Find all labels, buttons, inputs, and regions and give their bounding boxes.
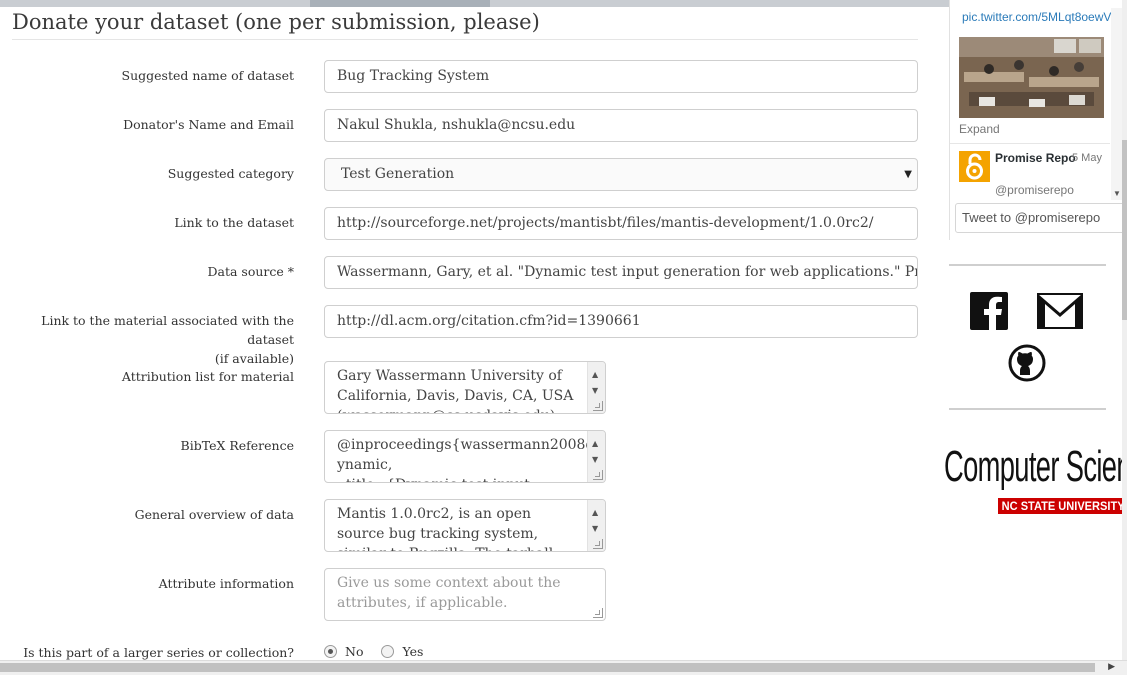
category-select-value: Test Generation [341, 166, 455, 182]
bibtex-textarea[interactable]: @inproceedings{wassermann2008d ynamic, t… [324, 430, 606, 483]
scroll-down-icon[interactable]: ▼ [592, 519, 598, 539]
overview-textarea[interactable]: Mantis 1.0.0rc2, is an open source bug t… [324, 499, 606, 552]
tweet-author-handle[interactable]: @promiserepo [995, 183, 1074, 197]
bibtex-text: @inproceedings{wassermann2008d ynamic, t… [337, 437, 595, 482]
dataset-link-input[interactable]: http://sourceforge.net/projects/mantisbt… [324, 207, 918, 240]
resize-grip-icon[interactable] [593, 539, 603, 549]
attribute-info-textarea[interactable]: Give us some context about the attribute… [324, 568, 606, 621]
bibtex-label: BibTeX Reference [180, 438, 294, 453]
radio-yes-label[interactable]: Yes [402, 644, 423, 659]
tweet-photo[interactable] [959, 37, 1104, 118]
attribution-text: Gary Wassermann University of California… [337, 368, 574, 413]
material-link-input[interactable]: http://dl.acm.org/citation.cfm?id=139066… [324, 305, 918, 338]
page-title: Donate your dataset (one per submission,… [12, 10, 540, 34]
material-link-label-line1: Link to the material associated with the… [41, 313, 294, 347]
material-link-label-line2: (if available) [214, 351, 294, 366]
tweet-photo-image [959, 37, 1104, 118]
sidebar-divider [949, 264, 1106, 266]
dataset-name-label: Suggested name of dataset [121, 68, 294, 83]
facebook-icon[interactable] [970, 292, 1008, 330]
top-border-segment [310, 0, 490, 7]
attribute-info-label: Attribute information [158, 576, 294, 591]
tweet-to-input[interactable]: Tweet to @promiserepo [955, 203, 1123, 233]
page-vertical-scrollbar[interactable] [1122, 0, 1127, 660]
scrollbar-thumb[interactable] [1122, 140, 1127, 320]
overview-label: General overview of data [134, 507, 294, 522]
series-radio-group: No Yes [324, 643, 437, 659]
scroll-down-icon[interactable]: ▼ [592, 450, 598, 470]
scroll-down-icon[interactable]: ▼ [592, 381, 598, 401]
dropdown-arrow-icon: ▼ [904, 169, 912, 180]
data-source-input[interactable]: Wassermann, Gary, et al. "Dynamic test i… [324, 256, 918, 289]
radio-yes[interactable] [381, 645, 395, 658]
github-icon[interactable] [1008, 344, 1046, 382]
tweet-image-link[interactable]: pic.twitter.com/5MLqt8oewV [962, 10, 1111, 24]
page-horizontal-scrollbar[interactable]: ▶ [0, 660, 1127, 675]
tweet-divider [950, 143, 1110, 144]
logo-subtitle: NC STATE UNIVERSITY [998, 498, 1127, 514]
donator-label: Donator's Name and Email [123, 117, 294, 132]
gmail-icon[interactable] [1037, 293, 1083, 329]
tweet-date[interactable]: 5 May [1072, 152, 1102, 164]
scroll-right-icon[interactable]: ▶ [1108, 662, 1115, 672]
dataset-link-label: Link to the dataset [174, 215, 294, 230]
attribution-label: Attribution list for material [121, 369, 294, 384]
promise-repo-avatar[interactable] [959, 151, 990, 182]
scroll-down-icon[interactable]: ▼ [1113, 189, 1121, 198]
data-source-label: Data source * [207, 264, 294, 279]
title-divider [12, 39, 918, 40]
overview-text: Mantis 1.0.0rc2, is an open source bug t… [337, 506, 553, 551]
open-access-lock-icon [959, 151, 990, 182]
material-link-label: Link to the material associated with the… [4, 311, 294, 368]
sidebar-divider [949, 408, 1106, 410]
radio-no-label[interactable]: No [345, 644, 363, 659]
expand-link[interactable]: Expand [959, 122, 1000, 136]
category-label: Suggested category [167, 166, 294, 181]
resize-grip-icon[interactable] [593, 608, 603, 618]
tweet-author-name[interactable]: Promise Repo [995, 151, 1076, 165]
dataset-name-input[interactable]: Bug Tracking System [324, 60, 918, 93]
resize-grip-icon[interactable] [593, 470, 603, 480]
attribution-textarea[interactable]: Gary Wassermann University of California… [324, 361, 606, 414]
ncsu-computer-science-logo[interactable]: Computer Science NC STATE UNIVERSITY [944, 442, 1127, 518]
category-select[interactable]: Test Generation ▼ [324, 158, 918, 191]
logo-title: Computer Science [944, 442, 1127, 491]
scrollbar-thumb[interactable] [0, 663, 1095, 672]
twitter-widget: pic.twitter.com/5MLqt8oewV Expand Promis… [949, 0, 1123, 240]
resize-grip-icon[interactable] [593, 401, 603, 411]
attribute-info-placeholder: Give us some context about the attribute… [337, 575, 561, 611]
donator-input[interactable]: Nakul Shukla, nshukla@ncsu.edu [324, 109, 918, 142]
radio-no[interactable] [324, 645, 337, 658]
